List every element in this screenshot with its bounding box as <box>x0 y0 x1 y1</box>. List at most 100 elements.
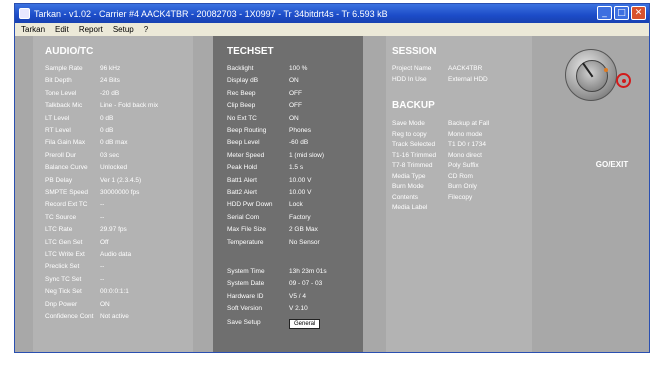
setting-row[interactable]: Rec Beep OFF <box>227 90 302 97</box>
setting-value: 0 dB <box>100 127 114 134</box>
setting-label: Batt2 Alert <box>227 189 257 196</box>
setting-row[interactable]: T7-8 Trimmed Poly Suffix <box>392 162 479 169</box>
setting-value: Filecopy <box>448 193 473 201</box>
menu-item[interactable]: Setup <box>113 25 134 34</box>
setting-value: ON <box>289 77 299 85</box>
setting-row[interactable]: Media Label <box>392 204 448 211</box>
setting-value: 03 sec <box>100 151 120 159</box>
setting-value: 00:0:0:1:1 <box>100 288 129 296</box>
setting-label: PB Delay <box>45 176 73 184</box>
setting-label: SMPTE Speed <box>45 189 88 196</box>
setting-row[interactable]: Beep Routing Phones <box>227 127 311 134</box>
minimize-button[interactable]: _ <box>597 6 612 20</box>
setting-value: -- <box>100 201 105 209</box>
setting-label: Save Mode <box>392 120 425 127</box>
setting-row[interactable]: Preclick Set -- <box>45 263 104 270</box>
session-title: SESSION <box>392 46 437 57</box>
setting-value: ON <box>289 114 299 122</box>
setting-row[interactable]: PB Delay Ver 1 (2.3.4.5) <box>45 177 141 184</box>
setting-row[interactable]: Meter Speed 1 (mid slow) <box>227 152 324 159</box>
setting-row[interactable]: Project Name AACK4TBR <box>392 65 482 72</box>
setting-value: 2 GB Max <box>289 226 318 234</box>
setting-label: HDD Pwr Down <box>227 201 273 209</box>
setting-row[interactable]: Save Mode Backup at Fall <box>392 120 489 127</box>
setting-row[interactable]: LTC Write Ext Audio data <box>45 251 131 258</box>
setting-value: 100 % <box>289 65 308 72</box>
setting-value: Phones <box>289 127 312 134</box>
setting-label: RT Level <box>45 127 71 134</box>
menu-item[interactable]: ? <box>144 25 148 34</box>
menu-item[interactable]: Tarkan <box>21 25 45 34</box>
setting-row[interactable]: T1-16 Trimmed Mono direct <box>392 152 482 159</box>
menu-item[interactable]: Report <box>79 25 103 34</box>
setting-row[interactable]: SMPTE Speed 30000000 fps <box>45 189 139 196</box>
setting-row[interactable]: Confidence Cont Not active <box>45 313 129 320</box>
setting-label: Fila Gain Max <box>45 139 86 147</box>
setting-row[interactable]: Fila Gain Max 0 dB max <box>45 139 127 146</box>
setting-row[interactable]: Tone Level -20 dB <box>45 90 119 97</box>
setting-value: Burn Only <box>448 183 477 190</box>
backup-title: BACKUP <box>392 100 435 111</box>
menu-item[interactable]: Edit <box>55 25 69 34</box>
setting-row[interactable]: System Date 09 - 07 - 03 <box>227 280 322 287</box>
setting-value: Mono mode <box>448 130 483 138</box>
setting-row[interactable]: Batt2 Alert 10.00 V <box>227 189 311 196</box>
setting-row[interactable]: Bit Depth 24 Bits <box>45 77 120 84</box>
setting-value: -20 dB <box>100 89 120 97</box>
setting-value: 24 Bits <box>100 77 120 85</box>
setting-row[interactable]: Dnp Power ON <box>45 301 110 308</box>
setting-row[interactable]: HDD In Use External HDD <box>392 76 488 83</box>
setting-row[interactable]: Soft Version V 2.10 <box>227 305 308 312</box>
setting-row[interactable]: Neg Tick Set 00:0:0:1:1 <box>45 288 129 295</box>
setting-row[interactable]: LT Level 0 dB <box>45 115 113 122</box>
audio-tc-column: AUDIO/TC Sample Rate 96 kHz Bit Depth 24 Bi… <box>33 36 193 352</box>
setting-label: LTC Rate <box>45 226 73 234</box>
setting-row[interactable]: Talkback Mic Line - Fold back mix <box>45 102 158 109</box>
setting-row[interactable]: Serial Com Factory <box>227 214 311 221</box>
go-exit-knob[interactable] <box>565 49 631 109</box>
setting-value: 10.00 V <box>289 189 312 196</box>
setting-row[interactable]: HDD Pwr Down Lock <box>227 201 303 208</box>
setting-row[interactable]: Temperature No Sensor <box>227 239 320 246</box>
setting-row[interactable]: No Ext TC ON <box>227 115 299 122</box>
setting-value: 0 dB <box>100 114 114 122</box>
setting-label: LT Level <box>45 114 70 122</box>
setting-value: 1 (mid slow) <box>289 151 325 159</box>
setting-row[interactable]: LTC Gen Set Off <box>45 239 109 246</box>
setting-row[interactable]: Backlight 100 % <box>227 65 307 72</box>
setting-row[interactable]: Sample Rate 96 kHz <box>45 65 120 72</box>
window-title: Tarkan - v1.02 - Carrier #4 AACK4TBR - 2… <box>34 8 388 19</box>
setting-row[interactable]: Sync TC Set -- <box>45 276 104 283</box>
setting-row[interactable]: System Time 13h 23m 01s <box>227 268 327 275</box>
setting-label: T1-16 Trimmed <box>392 151 437 159</box>
setting-label: T7-8 Trimmed <box>392 162 433 169</box>
setting-row[interactable]: Balance Curve Unlocked <box>45 164 127 171</box>
setting-row[interactable]: Display dB ON <box>227 77 299 84</box>
setting-value: T1 D0 r 1734 <box>448 141 486 148</box>
setting-row[interactable]: Beep Level -60 dB <box>227 139 308 146</box>
setting-label: System Time <box>227 268 265 275</box>
setting-row[interactable]: Batt1 Alert 10.00 V <box>227 177 311 184</box>
setting-row[interactable]: Clip Beep OFF <box>227 102 302 109</box>
setting-row[interactable]: Burn Mode Burn Only <box>392 183 477 190</box>
setting-value: Backup at Fall <box>448 120 490 127</box>
setting-row[interactable]: Max File Size 2 GB Max <box>227 226 318 233</box>
setting-row[interactable]: RT Level 0 dB <box>45 127 113 134</box>
setting-row[interactable]: Reg to copy Mono mode <box>392 131 482 138</box>
setting-value: OFF <box>289 102 302 110</box>
setting-row[interactable]: Record Ext TC -- <box>45 201 104 208</box>
setting-value: Factory <box>289 213 311 221</box>
setting-row[interactable]: Hardware ID V5 / 4 <box>227 293 306 300</box>
setting-row[interactable]: Peak Hold 1.5 s <box>227 164 303 171</box>
save-setup-button[interactable]: General <box>289 319 321 329</box>
knob-label: GO/EXIT <box>595 160 629 169</box>
setting-row[interactable]: Preroll Dur 03 sec <box>45 152 119 159</box>
maximize-button[interactable]: □ <box>614 6 629 20</box>
setting-row[interactable]: TC Source -- <box>45 214 104 221</box>
setting-row[interactable]: Contents Filecopy <box>392 194 472 201</box>
setting-label: Hardware ID <box>227 292 264 300</box>
setting-row[interactable]: Track Selected T1 D0 r 1734 <box>392 141 486 148</box>
close-button[interactable]: ✕ <box>631 6 646 20</box>
setting-row[interactable]: Media Type CD Rom <box>392 173 473 180</box>
setting-row[interactable]: LTC Rate 29.97 fps <box>45 226 127 233</box>
